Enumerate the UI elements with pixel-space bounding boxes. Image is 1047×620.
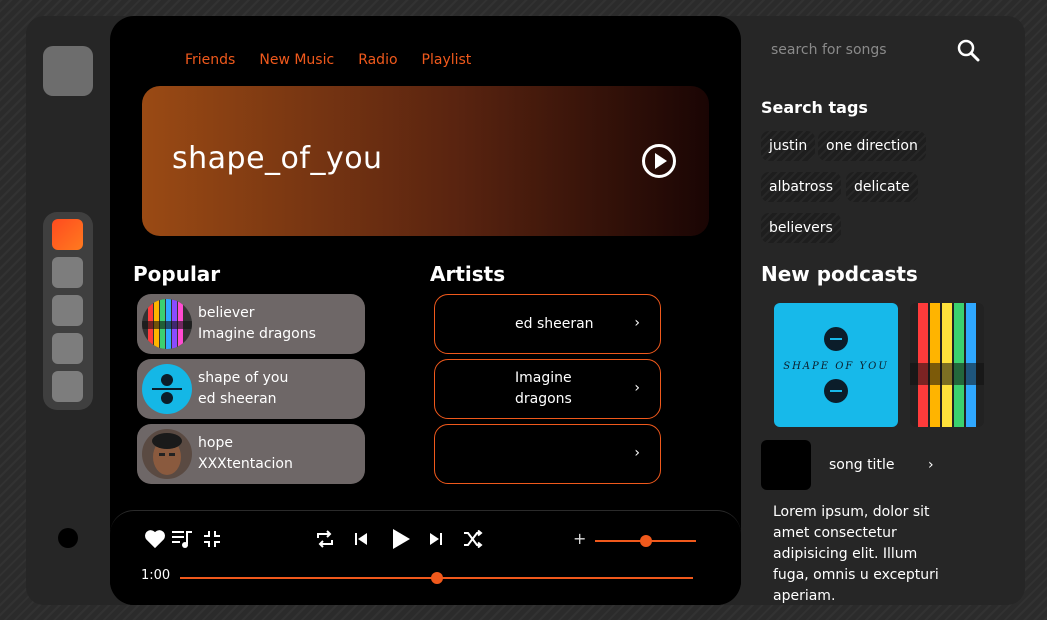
podcast-cover <box>910 303 984 427</box>
nav-friends[interactable]: Friends <box>185 52 235 68</box>
play-circle-icon[interactable] <box>641 143 677 179</box>
chevron-right-icon[interactable]: › <box>928 457 934 473</box>
featured-title: shape_of_you <box>172 141 383 176</box>
artist-name: Imagine dragons <box>515 370 572 407</box>
minimize-icon[interactable] <box>203 530 221 548</box>
nav-playlist[interactable]: Playlist <box>422 52 472 68</box>
album-art-believer <box>142 299 192 349</box>
album-cover-text: SHAPE OF YOU <box>783 361 889 372</box>
menu-button-home[interactable] <box>52 219 83 250</box>
artist-card[interactable]: ed sheeran › <box>434 294 661 354</box>
chevron-right-icon: › <box>634 380 640 396</box>
menu-button-3[interactable] <box>52 295 83 326</box>
tag-one-direction[interactable]: one direction <box>818 131 926 161</box>
album-art-hope <box>142 429 192 479</box>
progress-slider[interactable] <box>180 572 693 584</box>
search-icon[interactable] <box>956 38 980 62</box>
podcast-card[interactable] <box>910 303 984 427</box>
artists-heading: Artists <box>430 262 506 286</box>
volume-knob[interactable] <box>639 535 652 547</box>
playlist-icon[interactable] <box>172 529 194 549</box>
nav-new-music[interactable]: New Music <box>259 52 334 68</box>
popular-song[interactable]: believer Imagine dragons <box>137 294 365 354</box>
podcast-cover: SHAPE OF YOU <box>774 303 898 427</box>
chevron-right-icon: › <box>634 315 640 331</box>
tag-albatross[interactable]: albatross <box>761 172 842 202</box>
volume-plus-icon[interactable]: + <box>573 529 586 548</box>
repeat-icon[interactable] <box>315 530 335 548</box>
next-icon[interactable] <box>429 532 443 546</box>
chevron-right-icon: › <box>634 445 640 461</box>
artist-card[interactable]: Imagine dragons › <box>434 359 661 419</box>
artist-card[interactable]: › <box>434 424 661 484</box>
podcast-card[interactable]: SHAPE OF YOU <box>774 303 898 427</box>
album-art-shape-of-you <box>142 364 192 414</box>
popular-song[interactable]: shape of you ed sheeran <box>137 359 365 419</box>
menu-button-2[interactable] <box>52 257 83 288</box>
volume-slider[interactable] <box>595 535 696 547</box>
tag-delicate[interactable]: delicate <box>846 172 918 202</box>
app-logo[interactable] <box>43 46 93 96</box>
profile-dot[interactable] <box>58 528 78 548</box>
popular-heading: Popular <box>133 262 221 286</box>
song-title: believer <box>198 305 255 321</box>
app-window: Friends New Music Radio Playlist shape_o… <box>26 16 1025 605</box>
song-artist: XXXtentacion <box>198 456 293 472</box>
song-thumbnail <box>761 440 811 490</box>
search-tags-heading: Search tags <box>761 98 868 117</box>
shuffle-icon[interactable] <box>463 530 483 548</box>
artist-name: ed sheeran <box>515 315 594 332</box>
current-time: 1:00 <box>141 568 171 583</box>
tag-justin[interactable]: justin <box>761 131 816 161</box>
progress-knob[interactable] <box>430 572 443 584</box>
search-input[interactable]: search for songs <box>771 42 951 58</box>
nav-radio[interactable]: Radio <box>358 52 397 68</box>
popular-song[interactable]: hope XXXtentacion <box>137 424 365 484</box>
song-title: song title <box>829 457 895 473</box>
side-menu <box>43 212 93 410</box>
new-podcasts-heading: New podcasts <box>761 262 918 286</box>
song-title: hope <box>198 435 233 451</box>
featured-banner[interactable]: shape_of_you <box>142 86 709 236</box>
artist-name <box>515 425 625 483</box>
play-icon[interactable] <box>391 528 411 550</box>
previous-icon[interactable] <box>354 532 368 546</box>
player-bar: + 1:00 <box>110 510 741 605</box>
song-title: shape of you <box>198 370 289 386</box>
heart-icon[interactable] <box>144 529 166 549</box>
main-panel: Friends New Music Radio Playlist shape_o… <box>110 16 741 605</box>
tag-believers[interactable]: believers <box>761 213 841 243</box>
menu-button-4[interactable] <box>52 333 83 364</box>
top-nav: Friends New Music Radio Playlist <box>185 52 471 68</box>
podcast-description: Lorem ipsum, dolor sit amet consectetur … <box>773 504 939 604</box>
menu-button-5[interactable] <box>52 371 83 402</box>
song-artist: ed sheeran <box>198 391 277 407</box>
song-artist: Imagine dragons <box>198 326 316 342</box>
